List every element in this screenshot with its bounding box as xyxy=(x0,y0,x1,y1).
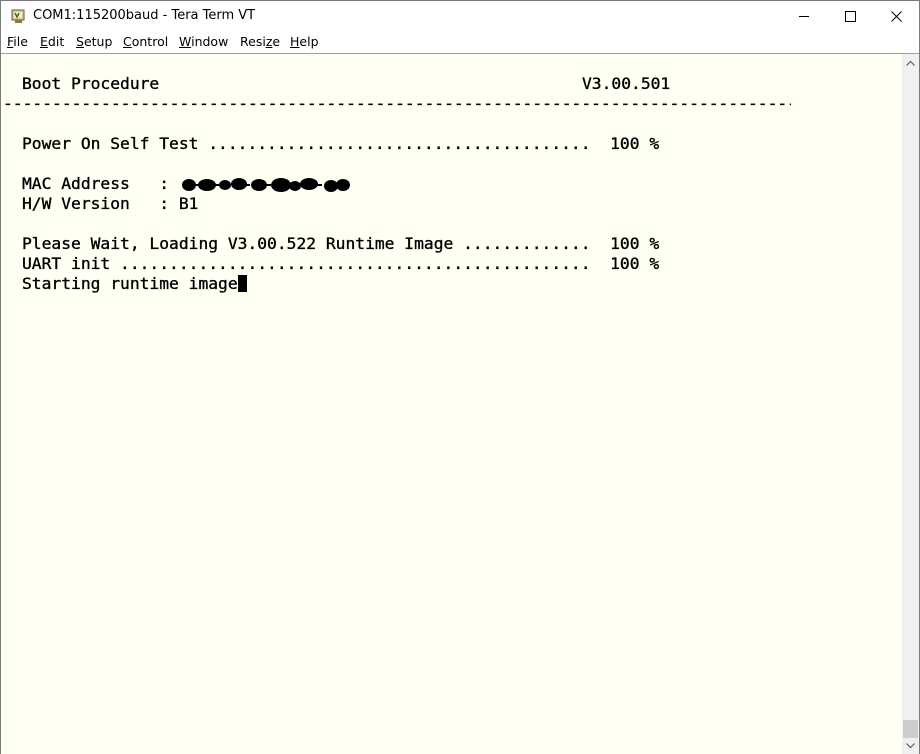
minimize-icon xyxy=(799,16,809,17)
mac-redacted-scribble xyxy=(182,178,350,192)
loading-line: Please Wait, Loading V3.00.522 Runtime I… xyxy=(22,234,660,253)
menu-window[interactable]: Window xyxy=(179,34,228,49)
mac-address-line: MAC Address : xyxy=(22,174,179,193)
chevron-up-icon xyxy=(906,60,915,66)
menu-window-mnemonic: W xyxy=(179,34,192,49)
header-title: Boot Procedure xyxy=(22,74,160,93)
uart-init-line: UART init ..............................… xyxy=(22,254,660,273)
title-bar[interactable]: COM1:115200baud - Tera Term VT xyxy=(1,1,919,32)
starting-line: Starting runtime image xyxy=(22,274,247,294)
post-line: Power On Self Test .....................… xyxy=(22,134,660,153)
menu-help[interactable]: Help xyxy=(290,34,319,49)
maximize-button[interactable] xyxy=(827,1,873,32)
scroll-down-button[interactable] xyxy=(902,737,919,754)
menu-resize-pre: Resi xyxy=(240,34,266,49)
minimize-button[interactable] xyxy=(781,1,827,32)
close-button[interactable] xyxy=(873,1,919,32)
header-divider: ----------------------------------------… xyxy=(3,94,791,113)
hw-version-line: H/W Version : B1 xyxy=(22,194,199,213)
terminal-cursor xyxy=(237,275,247,292)
menu-setup-rest: etup xyxy=(83,34,113,49)
teraterm-icon[interactable] xyxy=(11,9,26,24)
scrollbar-thumb[interactable] xyxy=(903,720,918,738)
menu-edit-mnemonic: E xyxy=(40,34,48,49)
menu-help-mnemonic: H xyxy=(290,34,300,49)
menu-control-rest: ontrol xyxy=(131,34,169,49)
window-title: COM1:115200baud - Tera Term VT xyxy=(33,8,256,23)
menu-resize[interactable]: Resize xyxy=(240,34,280,49)
menu-edit-rest: dit xyxy=(47,34,65,49)
starting-text: Starting runtime image xyxy=(22,274,238,293)
menu-setup-mnemonic: S xyxy=(76,34,84,49)
menu-control[interactable]: Control xyxy=(123,34,168,49)
vertical-scrollbar[interactable] xyxy=(902,53,919,754)
menu-resize-rest: e xyxy=(272,34,281,49)
menu-file[interactable]: File xyxy=(7,34,28,49)
terminal-window: COM1:115200baud - Tera Term VT File Edit… xyxy=(0,0,920,754)
menu-control-mnemonic: C xyxy=(123,34,132,49)
menu-help-rest: elp xyxy=(299,34,319,49)
maximize-icon xyxy=(845,11,856,22)
menu-bar: File Edit Setup Control Window Resize He… xyxy=(1,32,919,52)
menu-setup[interactable]: Setup xyxy=(76,34,112,49)
chevron-down-icon xyxy=(906,743,915,749)
menu-window-rest: indow xyxy=(191,34,229,49)
header-version: V3.00.501 xyxy=(582,74,671,93)
scroll-up-button[interactable] xyxy=(902,54,919,71)
terminal-screen[interactable]: Boot Procedure V3.00.501 ---------------… xyxy=(1,53,902,754)
menu-file-rest: ile xyxy=(13,34,28,49)
close-icon xyxy=(891,11,902,22)
menu-edit[interactable]: Edit xyxy=(40,34,64,49)
